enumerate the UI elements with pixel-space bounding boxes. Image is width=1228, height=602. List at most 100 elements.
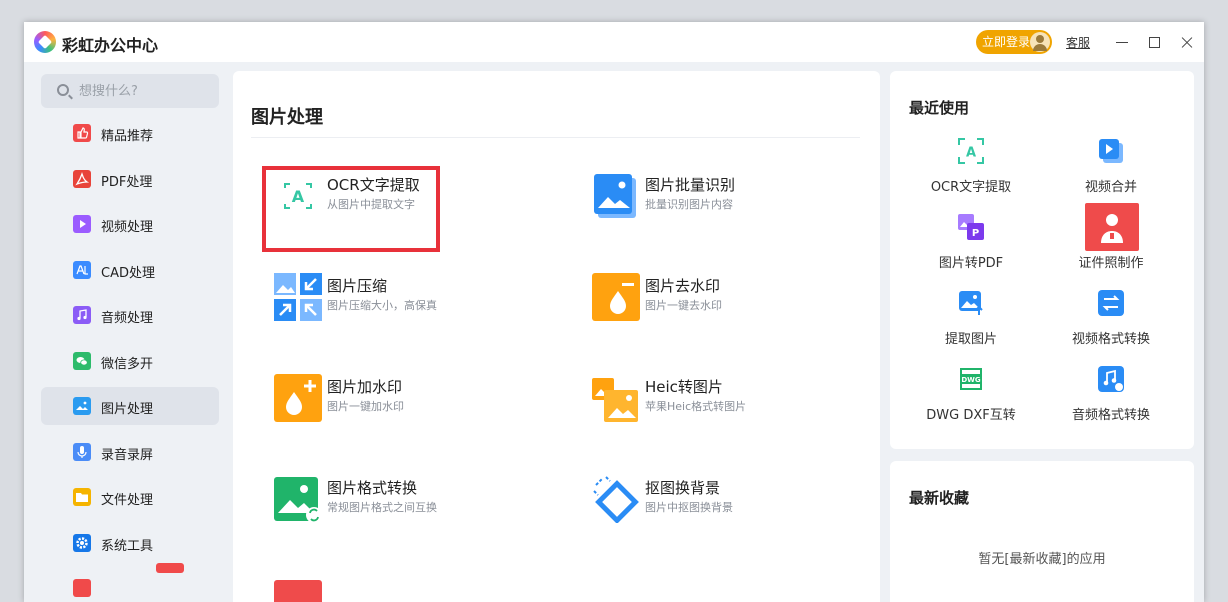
recent-item-label: 提取图片 (944, 332, 997, 347)
recent-item-ocr[interactable]: A OCR文字提取 (901, 137, 1041, 203)
recent-item-label: 视频格式转换 (1071, 332, 1150, 347)
new-badge (156, 563, 184, 573)
favorites-panel: 最新收藏 暂无[最新收藏]的应用 (890, 461, 1194, 602)
svg-text:A: A (966, 146, 976, 161)
page-title: 图片处理 (251, 107, 323, 128)
more-category-icon (73, 579, 91, 597)
tool-add-watermark[interactable]: 图片加水印 图片一键加水印 (274, 368, 574, 428)
add-watermark-icon (274, 374, 322, 422)
sidebar-item-audio[interactable]: 音频处理 (41, 296, 219, 334)
tool-name: 图片格式转换 (327, 479, 418, 497)
customer-service-link[interactable]: 客服 (1066, 34, 1090, 51)
sidebar-item-label: 精品推荐 (101, 129, 154, 144)
recent-item-dwg-dxf[interactable]: DWG DWG DXF互转 (901, 365, 1041, 431)
extract-image-icon (957, 289, 985, 317)
folder-icon (73, 488, 91, 506)
ocr-icon: A (957, 137, 985, 165)
sidebar-item-recommended[interactable]: 精品推荐 (41, 114, 219, 152)
sidebar-nav: 精品推荐 PDF处理 视频处理 CAD处理 音频处理 微信多开 图片处理 录音录… (41, 114, 219, 602)
recent-item-id-photo[interactable]: 证件照制作 (1041, 203, 1181, 279)
tool-id-photo[interactable] (274, 570, 574, 602)
sidebar-item-record[interactable]: 录音录屏 (41, 433, 219, 471)
video-convert-icon (1097, 289, 1125, 317)
sidebar-item-file[interactable]: 文件处理 (41, 478, 219, 516)
app-window: 彩虹办公中心 立即登录 客服 精品推荐 PDF处理 (24, 22, 1204, 602)
minimize-icon[interactable] (1110, 30, 1134, 54)
sidebar-item-label: 系统工具 (101, 538, 154, 554)
search-icon (57, 84, 69, 96)
sidebar-item-wechat[interactable]: 微信多开 (41, 342, 219, 380)
recent-item-video-merge[interactable]: 视频合并 (1041, 137, 1181, 203)
gear-icon (73, 533, 91, 552)
highlight-box (262, 166, 440, 252)
recent-item-label: 证件照制作 (1078, 256, 1144, 271)
sidebar-item-label: 视频处理 (101, 220, 154, 235)
recent-item-audio-convert[interactable]: 音频格式转换 (1041, 365, 1181, 431)
close-icon[interactable] (1175, 30, 1199, 54)
sidebar-item-image[interactable]: 图片处理 (41, 387, 219, 425)
sidebar-item-more[interactable] (41, 563, 219, 602)
search-input[interactable] (79, 74, 215, 108)
login-button[interactable]: 立即登录 (976, 30, 1052, 54)
recent-item-video-convert[interactable]: 视频格式转换 (1041, 289, 1181, 355)
video-merge-icon (1097, 137, 1125, 165)
batch-image-icon (592, 172, 640, 220)
sidebar-item-label: PDF处理 (101, 174, 153, 190)
compress-icon (274, 273, 322, 321)
svg-text:DWG: DWG (961, 376, 981, 384)
dwg-icon: DWG (957, 365, 985, 393)
id-photo-icon (274, 576, 322, 602)
sidebar-item-pdf[interactable]: PDF处理 (41, 160, 219, 198)
format-convert-icon (274, 475, 322, 523)
tool-format-convert[interactable]: 图片格式转换 常规图片格式之间互换 (274, 469, 574, 529)
recent-item-label: 音频格式转换 (1071, 408, 1150, 423)
tool-cutout[interactable]: 抠图换背景 图片中抠图换背景 (592, 469, 892, 529)
sidebar-item-label: CAD处理 (101, 265, 155, 281)
pdf-icon (73, 169, 91, 188)
tool-heic-convert[interactable]: Heic转图片 苹果Heic格式转图片 (592, 368, 892, 428)
sidebar-item-label: 图片处理 (101, 402, 154, 417)
image-icon (73, 397, 91, 415)
music-icon (73, 306, 91, 324)
search-box (41, 74, 219, 108)
app-title: 彩虹办公中心 (62, 36, 159, 55)
tool-desc: 图片压缩大小，高保真 (327, 299, 437, 312)
wechat-icon (73, 351, 91, 370)
maximize-icon[interactable] (1142, 30, 1166, 54)
login-label: 立即登录 (982, 35, 1031, 49)
thumbs-up-icon (73, 124, 91, 142)
recent-item-extract-image[interactable]: 提取图片 (901, 289, 1041, 355)
sidebar-item-system[interactable]: 系统工具 (41, 524, 219, 562)
sidebar-item-label: 文件处理 (101, 493, 154, 508)
favorites-title: 最新收藏 (909, 489, 970, 507)
tool-remove-watermark[interactable]: 图片去水印 图片一键去水印 (592, 267, 892, 327)
remove-watermark-icon (592, 273, 640, 321)
id-photo-icon (1085, 203, 1139, 251)
avatar-icon (1030, 32, 1050, 52)
app-logo-icon (34, 31, 56, 53)
main-panel: 图片处理 A OCR文字提取 从图片中提取文字 图片批量识别 批量识别图片内容 … (233, 71, 880, 602)
recent-item-label: 图片转PDF (938, 256, 1004, 271)
sidebar-item-video[interactable]: 视频处理 (41, 205, 219, 243)
tool-desc: 图片中抠图换背景 (645, 501, 733, 514)
recent-item-image-to-pdf[interactable]: P 图片转PDF (901, 213, 1041, 279)
audio-convert-icon (1097, 365, 1125, 393)
tool-name: Heic转图片 (645, 378, 723, 396)
sidebar-item-label: 录音录屏 (101, 447, 154, 463)
tool-compress[interactable]: 图片压缩 图片压缩大小，高保真 (274, 267, 574, 327)
recent-title: 最近使用 (909, 99, 970, 117)
favorites-empty-text: 暂无[最新收藏]的应用 (978, 552, 1106, 567)
tool-desc: 常规图片格式之间互换 (327, 501, 437, 514)
cutout-icon (592, 475, 640, 523)
divider (251, 137, 860, 138)
tool-desc: 图片一键加水印 (327, 400, 404, 413)
sidebar-item-cad[interactable]: CAD处理 (41, 251, 219, 289)
tool-name: 图片批量识别 (645, 176, 736, 194)
tool-batch-recognize[interactable]: 图片批量识别 批量识别图片内容 (592, 166, 892, 226)
recent-panel: 最近使用 A OCR文字提取 视频合并 P 图片转PDF 证件照制作 提取图片 … (890, 71, 1194, 449)
recent-item-label: OCR文字提取 (930, 180, 1012, 195)
microphone-icon (73, 442, 91, 461)
heic-icon (592, 374, 640, 422)
play-icon (73, 215, 91, 233)
tool-desc: 图片一键去水印 (645, 299, 722, 312)
